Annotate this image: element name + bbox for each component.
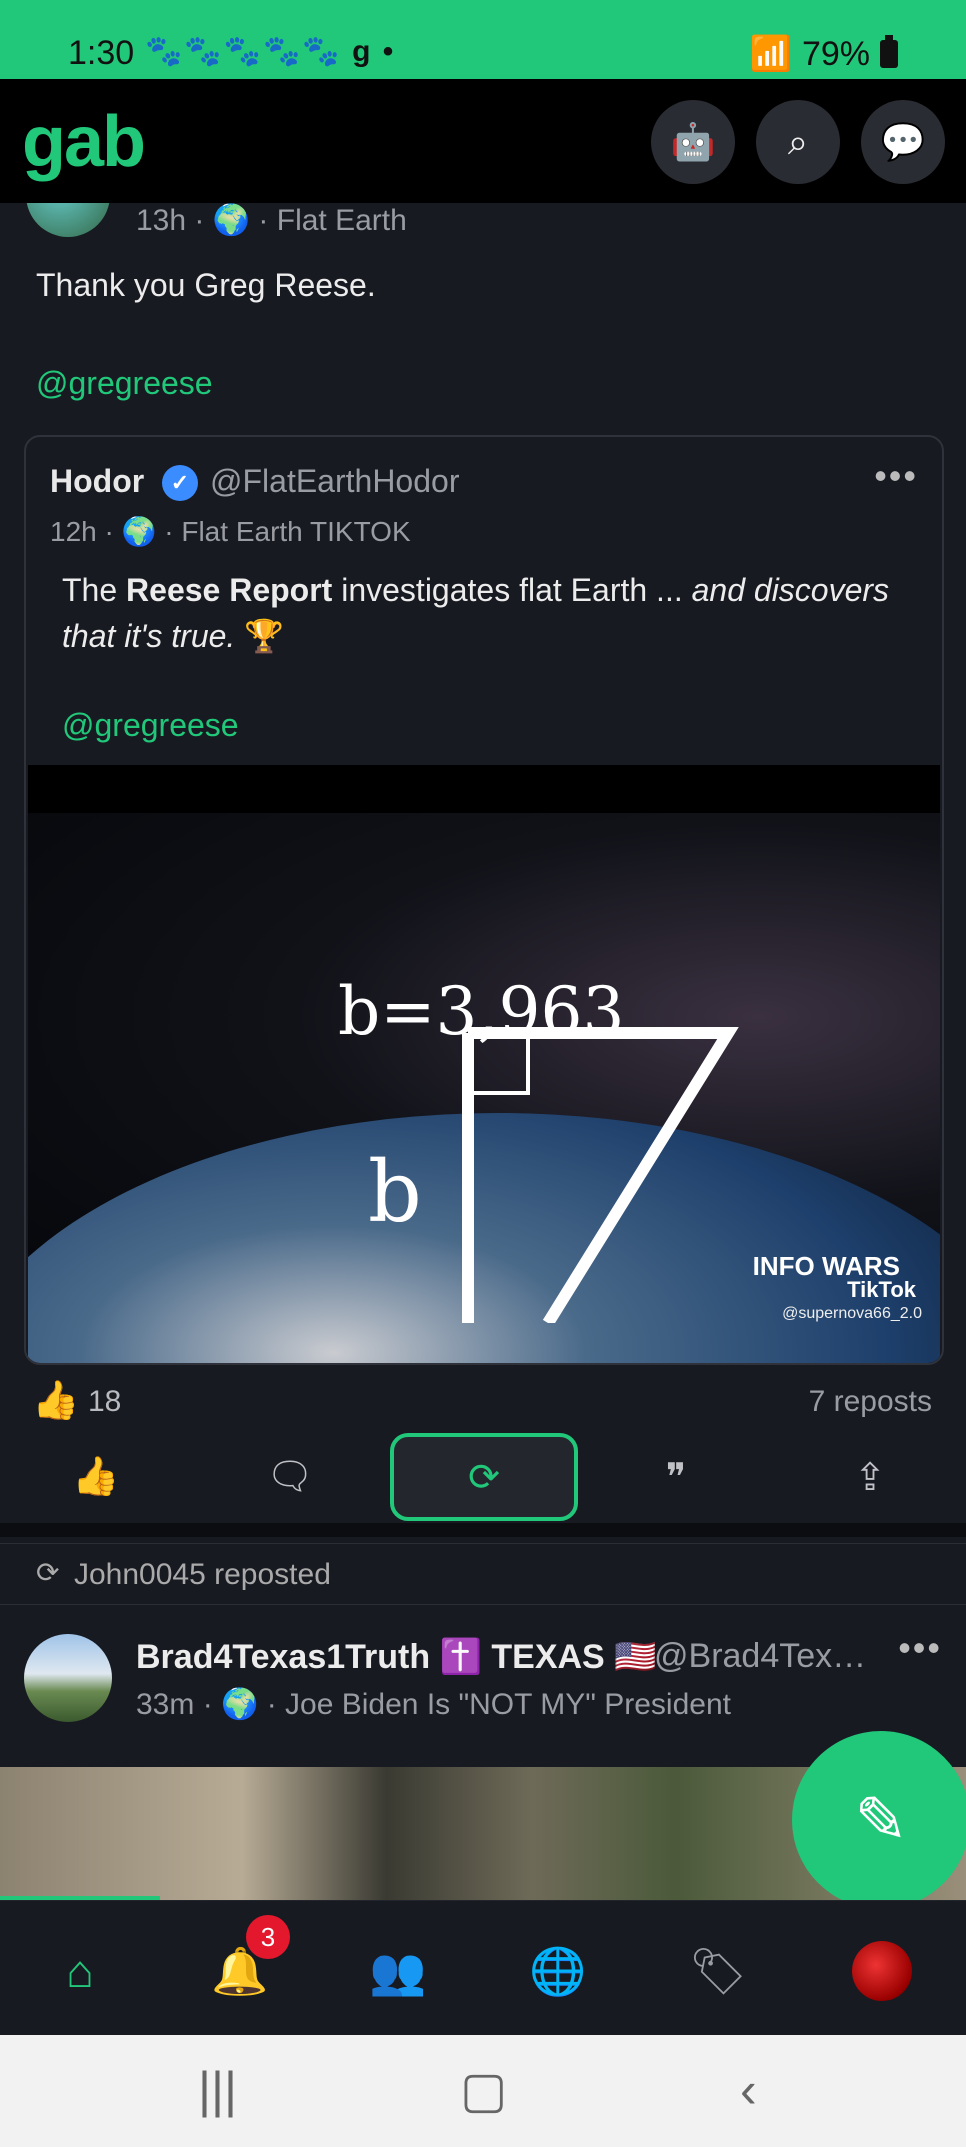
tiktok-user: @supernova66_2.0 [782,1305,922,1322]
app-header: gab 🤖 ⌕ 💬 [0,79,966,203]
repost-button[interactable]: ⟳ [390,1433,578,1521]
repost-count[interactable]: 7 reposts [809,1385,932,1419]
post2-group[interactable]: Joe Biden Is "NOT MY" President [285,1688,731,1721]
post2-time: 33m [136,1688,195,1721]
nav-explore[interactable]: 🌐 [518,1931,598,2011]
trophy-icon: 🏆 [235,618,285,654]
quote-text-pre: The [62,572,127,608]
post-actions: 👍 🗨 ⟳ ❞ ⇪ [0,1433,966,1523]
repost-icon: ⟳ [36,1557,60,1588]
video-player[interactable]: b=3,963 b INFO WARS TikTok @supernova66_… [28,765,940,1363]
quote-text-bold: Reese Report [126,572,333,608]
post2-author-handle[interactable]: @Brad4Tex… [654,1637,866,1676]
post2-meta: 33m · 🌍 · Joe Biden Is "NOT MY" Presiden… [136,1687,731,1722]
system-nav: ||| ▢ ‹ [0,2035,966,2147]
quote-author-name[interactable]: Hodor [50,463,144,500]
quote-text-mid: investigates flat Earth ... [332,572,692,608]
status-time: 1:30 [68,34,135,72]
post-group[interactable]: Flat Earth [277,204,407,237]
notification-badge: 3 [246,1915,290,1959]
wifi-icon: 📶 [749,35,792,73]
globe-icon: · 🌍 · [202,1688,286,1721]
post-avatar[interactable] [26,203,110,237]
robot-button[interactable]: 🤖 [651,100,735,184]
verified-icon: ✓ [162,465,198,501]
nav-tags[interactable]: 🏷 [678,1931,758,2011]
home-system-icon[interactable]: ▢ [460,2061,507,2119]
reposted-indicator: ⟳ John0045 reposted [0,1543,966,1605]
quote-more-icon[interactable]: ••• [874,455,918,497]
quote-meta: 12h · 🌍 · Flat Earth TIKTOK [50,515,411,548]
nav-groups[interactable]: 👥 [358,1931,438,2011]
quote-author-handle[interactable]: @FlatEarthHodor [210,463,459,500]
pencil-icon: ✎ [854,1783,908,1856]
post-stats: 👍 18 7 reposts [0,1379,966,1439]
users-icon: 👥 [369,1944,427,1997]
feed[interactable]: 13h · 🌍 · Flat Earth Thank you Greg Rees… [0,203,966,1900]
reposted-by[interactable]: John0045 reposted [74,1558,331,1592]
search-button[interactable]: ⌕ [756,100,840,184]
quote-text: The Reese Report investigates flat Earth… [62,567,902,659]
video-frame: b=3,963 b INFO WARS [28,813,940,1363]
repost-icon: ⟳ [468,1456,500,1499]
post-divider [0,1523,966,1537]
quote-group[interactable]: Flat Earth TIKTOK [181,516,410,547]
profile-avatar[interactable] [852,1941,912,2001]
quote-button[interactable]: ❞ [636,1437,716,1517]
home-icon: ⌂ [66,1945,94,1997]
status-right: 📶 79% [750,34,898,74]
robot-icon: 🤖 [670,121,716,162]
post2-author-name[interactable]: Brad4Texas1Truth ✝️ TEXAS 🇺🇸 [136,1637,657,1677]
like-count[interactable]: 18 [88,1385,121,1419]
comment-button[interactable]: 🗨 [250,1437,330,1517]
post-meta: 13h · 🌍 · Flat Earth [136,203,407,238]
thumbs-up-icon: 👍 [72,1456,120,1498]
post-text: Thank you Greg Reese. [36,267,376,303]
bottom-nav: ⌂ 🔔 3 👥 🌐 🏷 [0,1900,966,2035]
chat-icon: 💬 [880,121,926,162]
compose-button[interactable]: ✎ [792,1731,966,1909]
battery-icon [880,35,898,68]
quote-mention[interactable]: @gregreese [62,707,239,744]
quote-time: 12h [50,516,97,547]
recent-apps-icon[interactable]: ||| [198,2061,237,2119]
share-button[interactable]: ⇪ [830,1437,910,1517]
battery-level: 79% [801,34,870,73]
thumbs-up-icon: 👍 [32,1380,80,1422]
globe-icon: · 🌍 · [194,204,277,237]
quote-icon: ❞ [665,1456,687,1499]
share-icon: ⇪ [854,1456,886,1499]
infowars-watermark: INFO WARS [752,1251,900,1281]
gab-logo[interactable]: gab [22,101,146,183]
triangle-diagram [462,1027,739,1323]
like-button[interactable]: 👍 [56,1437,136,1517]
tag-icon: 🏷 [688,1944,748,1997]
post-mention[interactable]: @gregreese [36,365,213,402]
post2-more-icon[interactable]: ••• [898,1627,942,1669]
quoted-post[interactable]: Hodor ✓ @FlatEarthHodor ••• 12h · 🌍 · Fl… [24,435,944,1365]
comment-icon: 🗨 [265,1456,315,1498]
globe-icon: 🌐 [529,1944,587,1997]
tiktok-logo: TikTok [847,1277,916,1302]
post2-avatar[interactable] [24,1634,112,1722]
post-time: 13h [136,204,187,237]
back-icon[interactable]: ‹ [740,2061,757,2119]
status-bar: 1:30 🐾🐾🐾🐾🐾 g • 📶 79% [0,0,966,79]
nav-home[interactable]: ⌂ [40,1931,120,2011]
chat-button[interactable]: 💬 [861,100,945,184]
globe-icon: · 🌍 · [104,516,182,547]
search-icon: ⌕ [787,120,809,162]
notification-icons: 🐾🐾🐾🐾🐾 g • [145,35,396,68]
